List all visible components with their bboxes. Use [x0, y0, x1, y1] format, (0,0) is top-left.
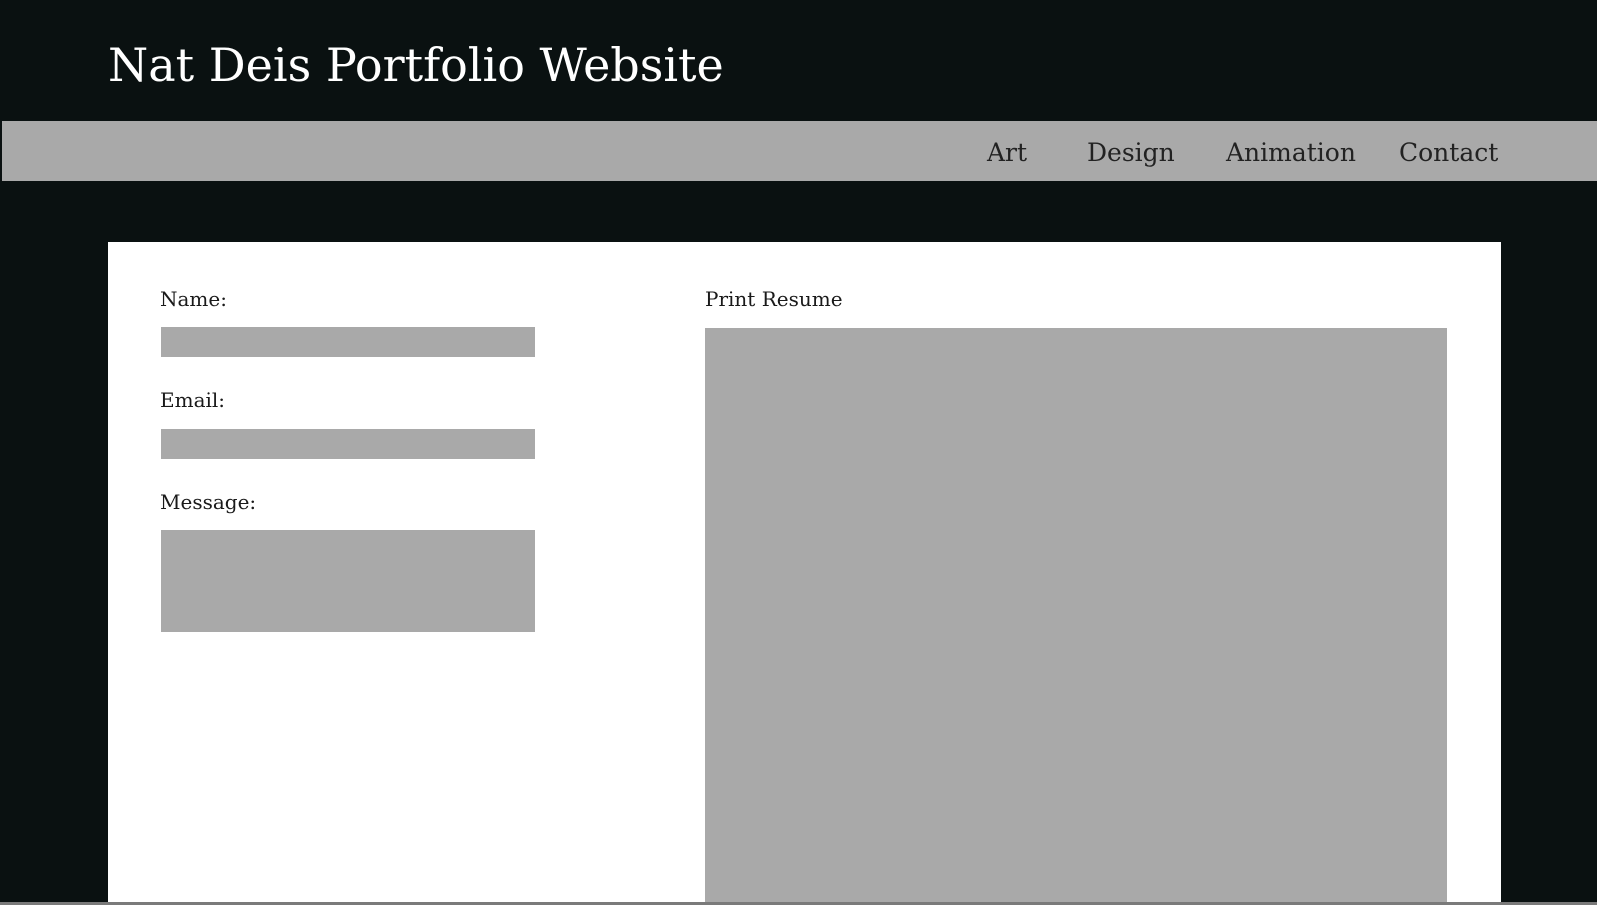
nav-link-contact[interactable]: Contact	[1399, 138, 1498, 168]
main-nav: Art Design Animation Contact	[2, 121, 1597, 181]
nav-link-design[interactable]: Design	[1087, 138, 1175, 168]
nav-link-animation[interactable]: Animation	[1226, 138, 1356, 168]
contact-content-panel: Name: Email: Message: Print Resume	[108, 242, 1501, 905]
name-label: Name:	[160, 287, 227, 311]
name-field[interactable]	[161, 327, 535, 357]
email-field[interactable]	[161, 429, 535, 459]
resume-preview	[705, 328, 1447, 905]
message-field[interactable]	[161, 530, 535, 632]
email-label: Email:	[160, 388, 226, 412]
site-header: Nat Deis Portfolio Website	[0, 0, 1597, 121]
print-resume-link[interactable]: Print Resume	[705, 287, 843, 311]
site-title: Nat Deis Portfolio Website	[108, 38, 724, 92]
nav-link-art[interactable]: Art	[987, 138, 1027, 168]
message-label: Message:	[160, 490, 257, 514]
